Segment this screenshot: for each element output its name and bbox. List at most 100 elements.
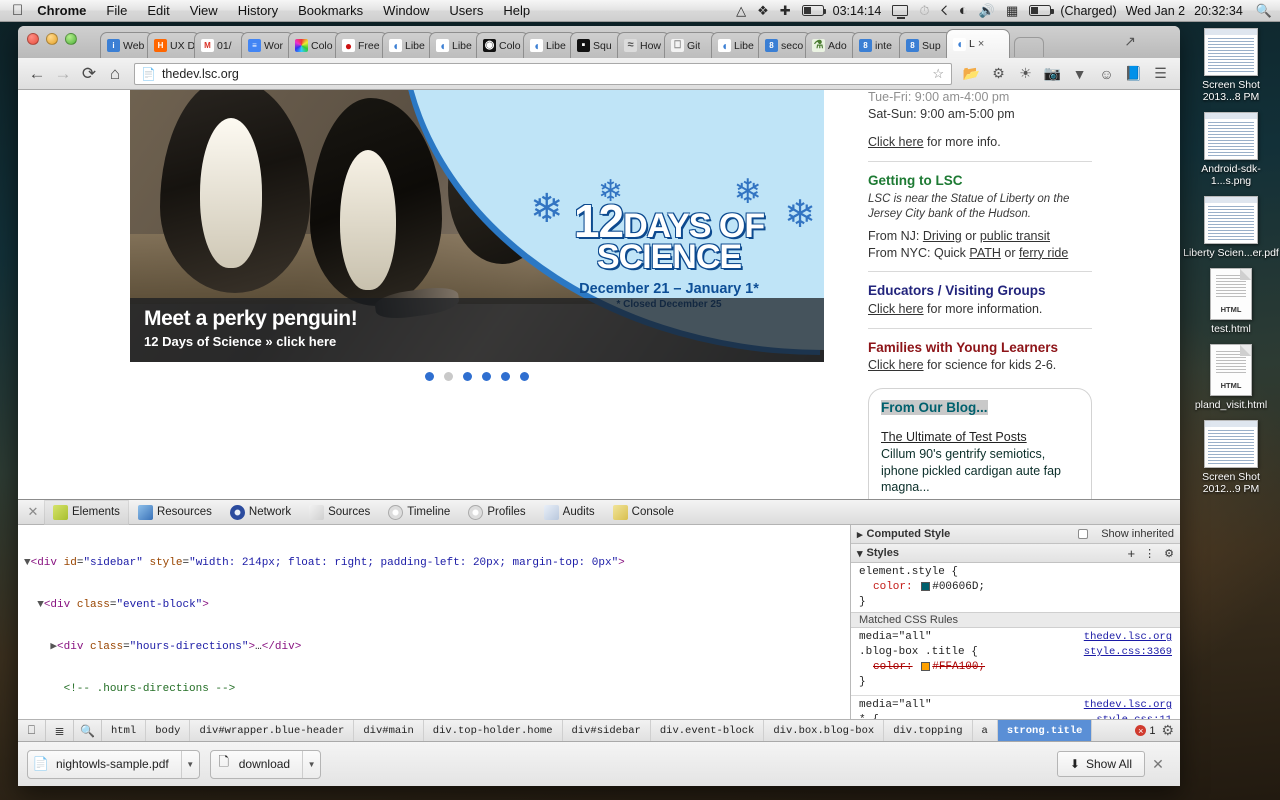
camera-icon[interactable]: 📷 (1039, 65, 1066, 82)
css-rule-source-file[interactable]: style.css:3369 (1084, 645, 1172, 660)
devtools-tab-audits[interactable]: Audits (535, 500, 604, 525)
disclosure-right-icon[interactable]: ▸ (857, 528, 863, 541)
css-rule-source-host[interactable]: thedev.lsc.org (1084, 630, 1172, 645)
css-rule-source-host[interactable]: thedev.lsc.org (1084, 698, 1172, 713)
calculator-icon[interactable]: ▦ (1006, 3, 1018, 19)
slider-dot[interactable] (501, 372, 510, 381)
hours-cta-link[interactable]: Click here (868, 135, 924, 149)
reload-button[interactable]: ⟳ (76, 64, 102, 84)
tab-word[interactable]: ≡ Wor (241, 32, 294, 58)
show-inherited-row[interactable]: Show inherited (1078, 528, 1174, 540)
folder-icon[interactable]: 📂 (958, 65, 985, 82)
breadcrumb-event-block[interactable]: div.event-block (651, 719, 765, 742)
breadcrumb-html[interactable]: html (102, 719, 147, 742)
css-rule[interactable]: media="all" thedev.lsc.org .blog-box .ti… (851, 628, 1180, 692)
dropbox-icon[interactable]: ❖ (757, 3, 769, 19)
devtools-tab-elements[interactable]: Elements (44, 499, 129, 525)
tab-adobe[interactable]: ⚗ Ado (805, 32, 858, 58)
tab-ux[interactable]: H UX D (147, 32, 200, 58)
timer-icon[interactable] (801, 5, 827, 16)
error-badge[interactable]: × 1 (1135, 725, 1155, 737)
educators-link[interactable]: Click here (868, 302, 924, 316)
ferry-ride-link[interactable]: ferry ride (1019, 246, 1068, 260)
settings-gear-icon[interactable]: ☀ (1012, 65, 1039, 82)
tab-web[interactable]: i Web (100, 32, 153, 58)
tab-liberty-4[interactable]: ◖ Libe (711, 32, 764, 58)
css-rule-selector[interactable]: .blog-box .title { (859, 645, 978, 660)
chevron-down-icon[interactable]: ▼ (302, 750, 320, 778)
breadcrumb-wrapper[interactable]: div#wrapper.blue-header (190, 719, 355, 742)
minimize-window-button[interactable] (46, 33, 58, 45)
tab-liberty-3[interactable]: ◖ Libe (523, 32, 576, 58)
clock-icon[interactable]: ⏱ (919, 3, 929, 19)
desktop-icon[interactable]: Liberty Scien...er.pdf (1182, 196, 1280, 259)
tab-liberty-1[interactable]: ◖ Libe (382, 32, 435, 58)
show-all-downloads-button[interactable]: ⬇ Show All (1056, 751, 1145, 777)
gear-icon[interactable]: ⚙ (1161, 722, 1174, 739)
dom-line[interactable]: ▼<div id="sidebar" style="width: 214px; … (18, 556, 850, 570)
slider-dot[interactable] (463, 372, 472, 381)
gear-icon[interactable]: ⚙ (985, 65, 1012, 82)
public-transit-link[interactable]: public transit (980, 229, 1050, 243)
path-link[interactable]: PATH (969, 246, 1000, 260)
tab-active-lsc[interactable]: ◖ L × (946, 29, 1010, 58)
breadcrumb-anchor[interactable]: a (973, 719, 998, 742)
tab-square[interactable]: ▪ Squ (570, 32, 623, 58)
menu-item-users[interactable]: Users (449, 3, 483, 18)
display-icon[interactable] (892, 5, 909, 19)
tab-liberty-2[interactable]: ◖ Libe (429, 32, 482, 58)
evernote-icon[interactable]: 📘 (1120, 65, 1147, 82)
devtools-tab-resources[interactable]: Resources (129, 500, 221, 525)
bookmark-star-icon[interactable]: ☆ (932, 66, 947, 82)
blog-post-title-link[interactable]: The Ultimate of Test Posts (881, 430, 1027, 444)
close-icon[interactable]: ✕ (22, 504, 44, 520)
apple-menu-icon[interactable]:  (12, 3, 23, 18)
menu-item-chrome[interactable]: Chrome (37, 3, 86, 18)
desktop-icon[interactable]: Screen Shot 2013...8 PM (1182, 28, 1280, 103)
download-item[interactable]: 📄 nightowls-sample.pdf ▼ (27, 749, 200, 779)
styles-header[interactable]: ▾ Styles + ⋮ ⚙ (851, 544, 1180, 563)
wifi-icon[interactable]: ◐ (959, 2, 968, 19)
accessibility-icon[interactable]: ✚ (780, 3, 791, 19)
tab-color[interactable]: Colo (288, 32, 341, 58)
devtools-tab-timeline[interactable]: Timeline (379, 500, 459, 525)
driving-link[interactable]: Driving (923, 229, 962, 243)
address-bar[interactable]: 📄 thedev.lsc.org ☆ (134, 62, 952, 85)
search-icon[interactable]: 🔍 (74, 719, 102, 742)
css-declaration-disabled[interactable]: color: #FFA100; (859, 660, 1172, 675)
families-link[interactable]: Click here (868, 358, 924, 372)
dom-tree[interactable]: ▼<div id="sidebar" style="width: 214px; … (18, 525, 850, 719)
dock-to-window-icon[interactable]: ⎕ (18, 719, 46, 742)
battery-icon[interactable] (1029, 5, 1054, 16)
menu-item-help[interactable]: Help (503, 3, 530, 18)
menu-item-edit[interactable]: Edit (147, 3, 169, 18)
desktop-icon[interactable]: Screen Shot 2012...9 PM (1182, 420, 1280, 495)
breadcrumb-strong-title[interactable]: strong.title (997, 719, 1093, 742)
menu-item-bookmarks[interactable]: Bookmarks (298, 3, 363, 18)
hero-slider[interactable]: ❄ ❄ ❄ ❄ 12DAYS OF SCIENCE December 21 – … (130, 90, 824, 362)
desktop-icon[interactable]: Android-sdk-1...s.png (1182, 112, 1280, 187)
desktop-icon[interactable]: HTML pland_visit.html (1182, 344, 1280, 411)
pocket-icon[interactable]: ▼ (1066, 66, 1093, 82)
tab-internal[interactable]: 8 inte (852, 32, 905, 58)
tab-free[interactable]: ● Free (335, 32, 388, 58)
computed-style-header[interactable]: ▸ Computed Style Show inherited (851, 525, 1180, 544)
devtools-tab-sources[interactable]: Sources (300, 500, 379, 525)
new-tab-button[interactable] (1014, 37, 1044, 57)
tab-git[interactable]: ⎕ Git (664, 32, 717, 58)
slider-dot-active[interactable] (444, 372, 453, 381)
show-inherited-checkbox[interactable] (1078, 529, 1089, 539)
dom-line[interactable]: ▶<div class="hours-directions">…</div> (18, 640, 850, 654)
dom-line[interactable]: <!-- .hours-directions --> (18, 682, 850, 696)
console-drawer-icon[interactable]: ≣ (46, 719, 74, 742)
close-window-button[interactable] (27, 33, 39, 45)
add-rule-icon[interactable]: + (1128, 546, 1136, 561)
spotlight-search-icon[interactable]: 🔍 (1256, 3, 1272, 19)
drive-icon[interactable]: △ (736, 3, 746, 19)
disclosure-down-icon[interactable]: ▾ (857, 547, 863, 560)
dom-line[interactable]: ▼<div class="event-block"> (18, 598, 850, 612)
menu-item-window[interactable]: Window (383, 3, 429, 18)
volume-icon[interactable]: 🔊 (979, 3, 995, 19)
breadcrumb-body[interactable]: body (146, 719, 191, 742)
forward-button[interactable]: → (50, 64, 76, 84)
